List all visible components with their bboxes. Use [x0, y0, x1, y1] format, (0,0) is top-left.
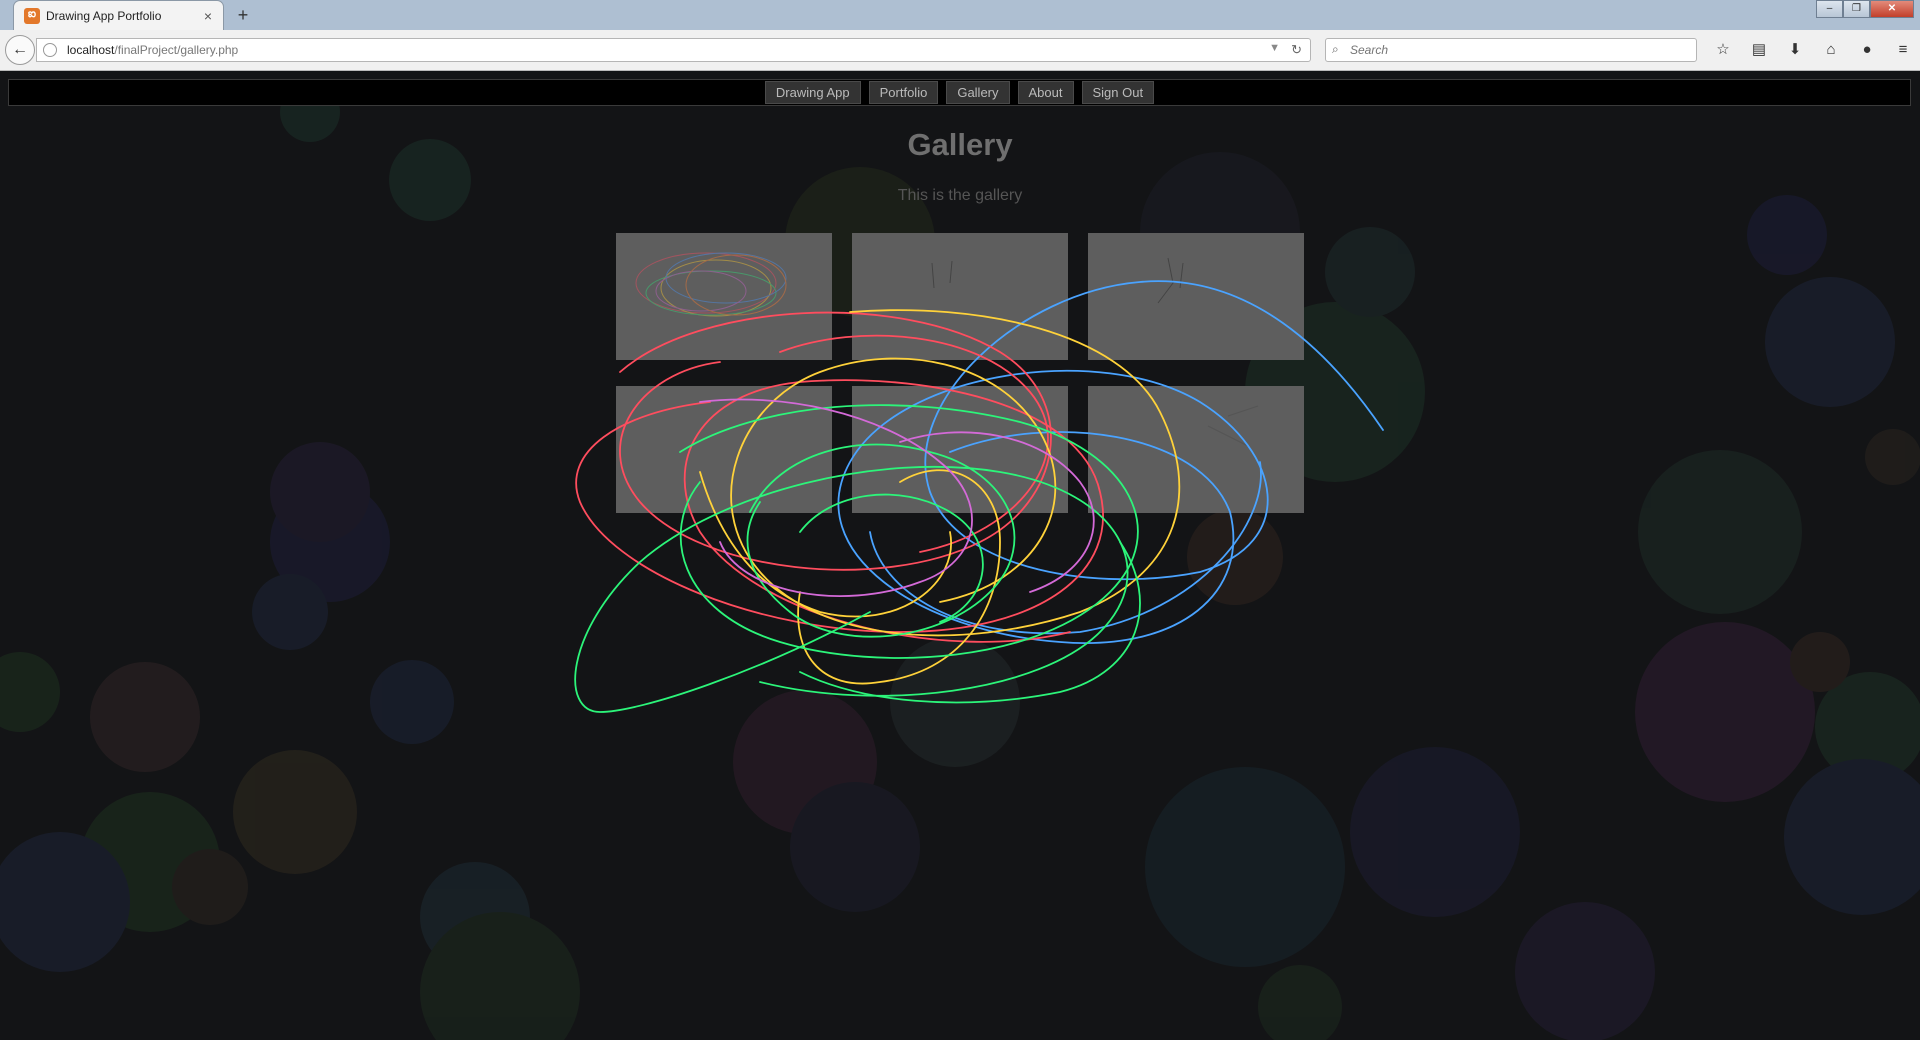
- restore-button[interactable]: ❐: [1843, 0, 1870, 18]
- reading-list-icon[interactable]: ▤: [1741, 39, 1777, 61]
- navigation-toolbar: ← localhost/finalProject/gallery.php ▼ ↻…: [0, 30, 1920, 71]
- gallery-thumbnail-4[interactable]: [616, 386, 832, 513]
- close-window-button[interactable]: ✕: [1870, 0, 1914, 18]
- new-tab-button[interactable]: +: [233, 4, 253, 26]
- site-identity-icon[interactable]: [43, 43, 57, 57]
- home-icon[interactable]: ⌂: [1813, 39, 1849, 61]
- tab-title: Drawing App Portfolio: [46, 8, 162, 23]
- reload-icon[interactable]: ↻: [1291, 42, 1302, 58]
- nav-gallery[interactable]: Gallery: [946, 81, 1010, 104]
- nav-about[interactable]: About: [1017, 81, 1074, 104]
- search-input[interactable]: [1350, 42, 1680, 58]
- url-text[interactable]: localhost/finalProject/gallery.php: [67, 43, 238, 57]
- gallery-thumbnail-1[interactable]: [616, 233, 832, 360]
- minimize-button[interactable]: –: [1816, 0, 1843, 18]
- drawing-preview: [1157, 257, 1184, 304]
- window-controls: – ❐ ✕: [1816, 0, 1914, 20]
- xampp-icon: ఐ: [24, 7, 40, 24]
- active-tab[interactable]: ఐ Drawing App Portfolio ×: [13, 0, 224, 30]
- page-content: Drawing App Portfolio Gallery About Sign…: [0, 72, 1920, 1040]
- drawing-preview: [1207, 405, 1259, 447]
- gallery-thumbnail-6[interactable]: [1088, 386, 1304, 513]
- site-nav: Drawing App Portfolio Gallery About Sign…: [8, 79, 1911, 106]
- gallery-thumbnail-2[interactable]: [852, 233, 1068, 360]
- download-icon[interactable]: ⬇: [1777, 39, 1813, 61]
- background-bubbles: [0, 82, 1920, 1040]
- gallery-thumbnail-5[interactable]: [852, 386, 1068, 513]
- nav-portfolio[interactable]: Portfolio: [868, 81, 939, 104]
- drawing-preview: [931, 260, 953, 289]
- search-box[interactable]: ⌕: [1325, 38, 1697, 62]
- search-icon: ⌕: [1332, 42, 1339, 56]
- nav-drawing-app[interactable]: Drawing App: [764, 81, 861, 104]
- address-bar[interactable]: localhost/finalProject/gallery.php ▼ ↻: [36, 38, 1311, 62]
- back-button[interactable]: ←: [5, 35, 35, 65]
- menu-icon[interactable]: ≡: [1885, 39, 1920, 61]
- page-subtitle: This is the gallery: [897, 187, 1023, 204]
- nav-sign-out[interactable]: Sign Out: [1081, 81, 1155, 104]
- close-icon[interactable]: ×: [201, 8, 215, 24]
- toolbar-icons: ☆ ▤ ⬇ ⌂ ● ≡: [1705, 39, 1920, 61]
- page-title: Gallery: [907, 127, 1013, 162]
- gallery-grid: [616, 233, 1305, 516]
- bookmark-star-icon[interactable]: ☆: [1705, 39, 1741, 61]
- drawing-preview: [635, 252, 787, 317]
- chat-icon[interactable]: ●: [1849, 39, 1885, 61]
- tab-strip: ఐ Drawing App Portfolio × + – ❐ ✕: [0, 0, 1920, 30]
- dropdown-arrow-icon[interactable]: ▼: [1269, 42, 1280, 54]
- gallery-thumbnail-3[interactable]: [1088, 233, 1304, 360]
